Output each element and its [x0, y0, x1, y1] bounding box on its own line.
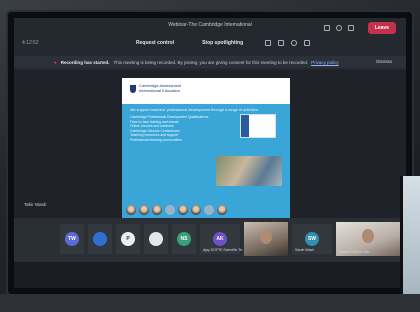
- slide-classroom-photo: [216, 156, 282, 186]
- request-control-button[interactable]: Request control: [130, 38, 180, 48]
- reactions-icon[interactable]: [291, 40, 298, 46]
- slide-lead: We support teachers' professional develo…: [130, 108, 259, 112]
- second-monitor: [400, 176, 420, 312]
- avatar: AK: [213, 232, 227, 246]
- avatar: [149, 232, 163, 246]
- meeting-timer: 4:12:52: [22, 40, 39, 46]
- avatar: NS: [177, 232, 191, 246]
- participant-name: Sarah Wash: [295, 248, 315, 252]
- slide-header: Cambridge Assessment International Educa…: [122, 78, 290, 104]
- dismiss-button[interactable]: Dismiss: [376, 59, 392, 64]
- participant-tile[interactable]: [144, 224, 168, 254]
- participant-video-tile[interactable]: [244, 222, 288, 256]
- participant-tile[interactable]: NS: [172, 224, 196, 254]
- attendee-thumbnail: [152, 205, 162, 215]
- share-icon[interactable]: [348, 25, 354, 31]
- presentation-slide: Cambridge Assessment International Educa…: [122, 78, 290, 218]
- presenter-thumbnails: [126, 204, 290, 216]
- privacy-policy-link[interactable]: Privacy policy: [311, 60, 339, 65]
- participant-name: Teresa Sullivan Mic...: [339, 250, 373, 254]
- attendee-thumbnail: [217, 205, 227, 215]
- desk-surface: [0, 294, 420, 312]
- shared-content-stage: Cambridge Assessment International Educa…: [14, 70, 406, 230]
- avatar: TW: [65, 232, 79, 246]
- mic-icon[interactable]: [336, 25, 342, 31]
- avatar: P: [121, 232, 135, 246]
- avatar: [93, 232, 107, 246]
- attendee-thumbnail: [178, 205, 188, 215]
- participant-name: Ajay SOFTE Scientific Te...: [203, 248, 245, 252]
- recording-message: This meeting is being recorded. By joini…: [113, 59, 309, 65]
- teams-meeting-window: Webinar-The Cambridge International 4:12…: [14, 18, 406, 288]
- participant-tile[interactable]: AK Ajay SOFTE Scientific Te...: [200, 224, 245, 254]
- participant-tile[interactable]: TW: [60, 224, 84, 254]
- recording-banner: ● Recording has started. This meeting is…: [14, 56, 406, 68]
- avatar: SW: [305, 232, 319, 246]
- more-actions-icon[interactable]: [304, 40, 311, 46]
- recording-dot-icon: ●: [54, 59, 57, 65]
- participant-tile[interactable]: [88, 224, 112, 254]
- participant-face: [260, 230, 272, 244]
- cambridge-logo-icon: [130, 84, 136, 93]
- participant-face: [362, 229, 374, 243]
- attendee-thumbnail: [204, 205, 214, 215]
- presenter-name: Tahir Wash: [24, 202, 47, 207]
- participant-strip: TW P NS AK Ajay SOFTE Scientific Te... S…: [14, 218, 406, 262]
- participants-icon[interactable]: [278, 40, 285, 46]
- attendee-thumbnail: [126, 205, 136, 215]
- slide-brochure-image: [240, 114, 276, 138]
- recording-prefix: Recording has started.: [60, 59, 110, 65]
- chat-icon[interactable]: [265, 40, 272, 46]
- attendee-thumbnail: [165, 205, 175, 215]
- participant-tile[interactable]: P: [116, 224, 140, 254]
- stop-spotlighting-button[interactable]: Stop spotlighting: [196, 38, 249, 48]
- meeting-toolbar: 4:12:52 Request control Stop spotlightin…: [14, 32, 406, 54]
- participant-video-tile[interactable]: Teresa Sullivan Mic...: [336, 222, 402, 256]
- screen-bottom: [14, 262, 406, 288]
- logo-line-2: International Education: [139, 87, 180, 93]
- attendee-thumbnail: [139, 205, 149, 215]
- leave-button[interactable]: Leave: [367, 22, 396, 34]
- camera-icon[interactable]: [324, 25, 330, 31]
- participant-tile[interactable]: SW Sarah Wash: [292, 224, 332, 254]
- attendee-thumbnail: [191, 205, 201, 215]
- slide-bullet: Professional learning communities: [130, 137, 182, 142]
